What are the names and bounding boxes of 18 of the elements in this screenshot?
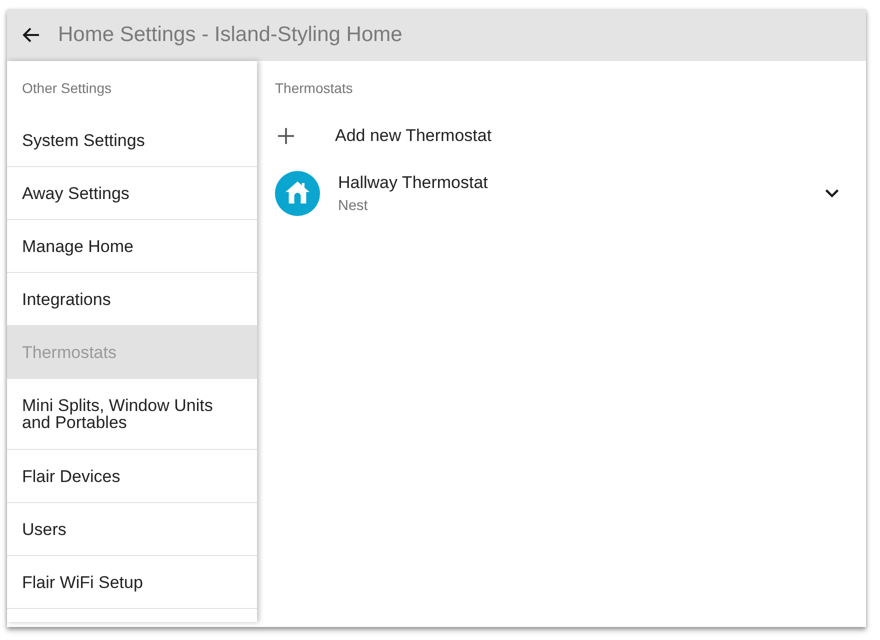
sidebar-item[interactable]: Flair WiFi Setup (7, 556, 257, 609)
thermostat-name: Hallway Thermostat (338, 172, 488, 192)
thermostat-brand: Nest (338, 198, 368, 214)
chevron-down-icon (825, 188, 839, 198)
section-heading: Thermostats (275, 80, 354, 98)
sidebar-heading: Other Settings (21, 79, 112, 98)
sidebar-item[interactable]: Users (7, 503, 257, 556)
sidebar-item[interactable]: Away Settings (7, 167, 257, 220)
sidebar-item[interactable]: Mini Splits, Window Units and Portables (7, 379, 257, 450)
sidebar-item[interactable]: Manage Home (7, 220, 257, 273)
sidebar-item[interactable]: Integrations (7, 273, 257, 326)
sidebar-item[interactable]: Flair Devices (7, 450, 257, 503)
plus-icon (278, 128, 294, 144)
sidebar-item[interactable]: System Settings (7, 114, 257, 167)
page-title: Home Settings - Island-Styling Home (58, 23, 402, 47)
house-icon (275, 170, 320, 216)
back-arrow-icon (22, 27, 40, 43)
add-thermostat-button[interactable]: Add new Thermostat (275, 113, 492, 159)
